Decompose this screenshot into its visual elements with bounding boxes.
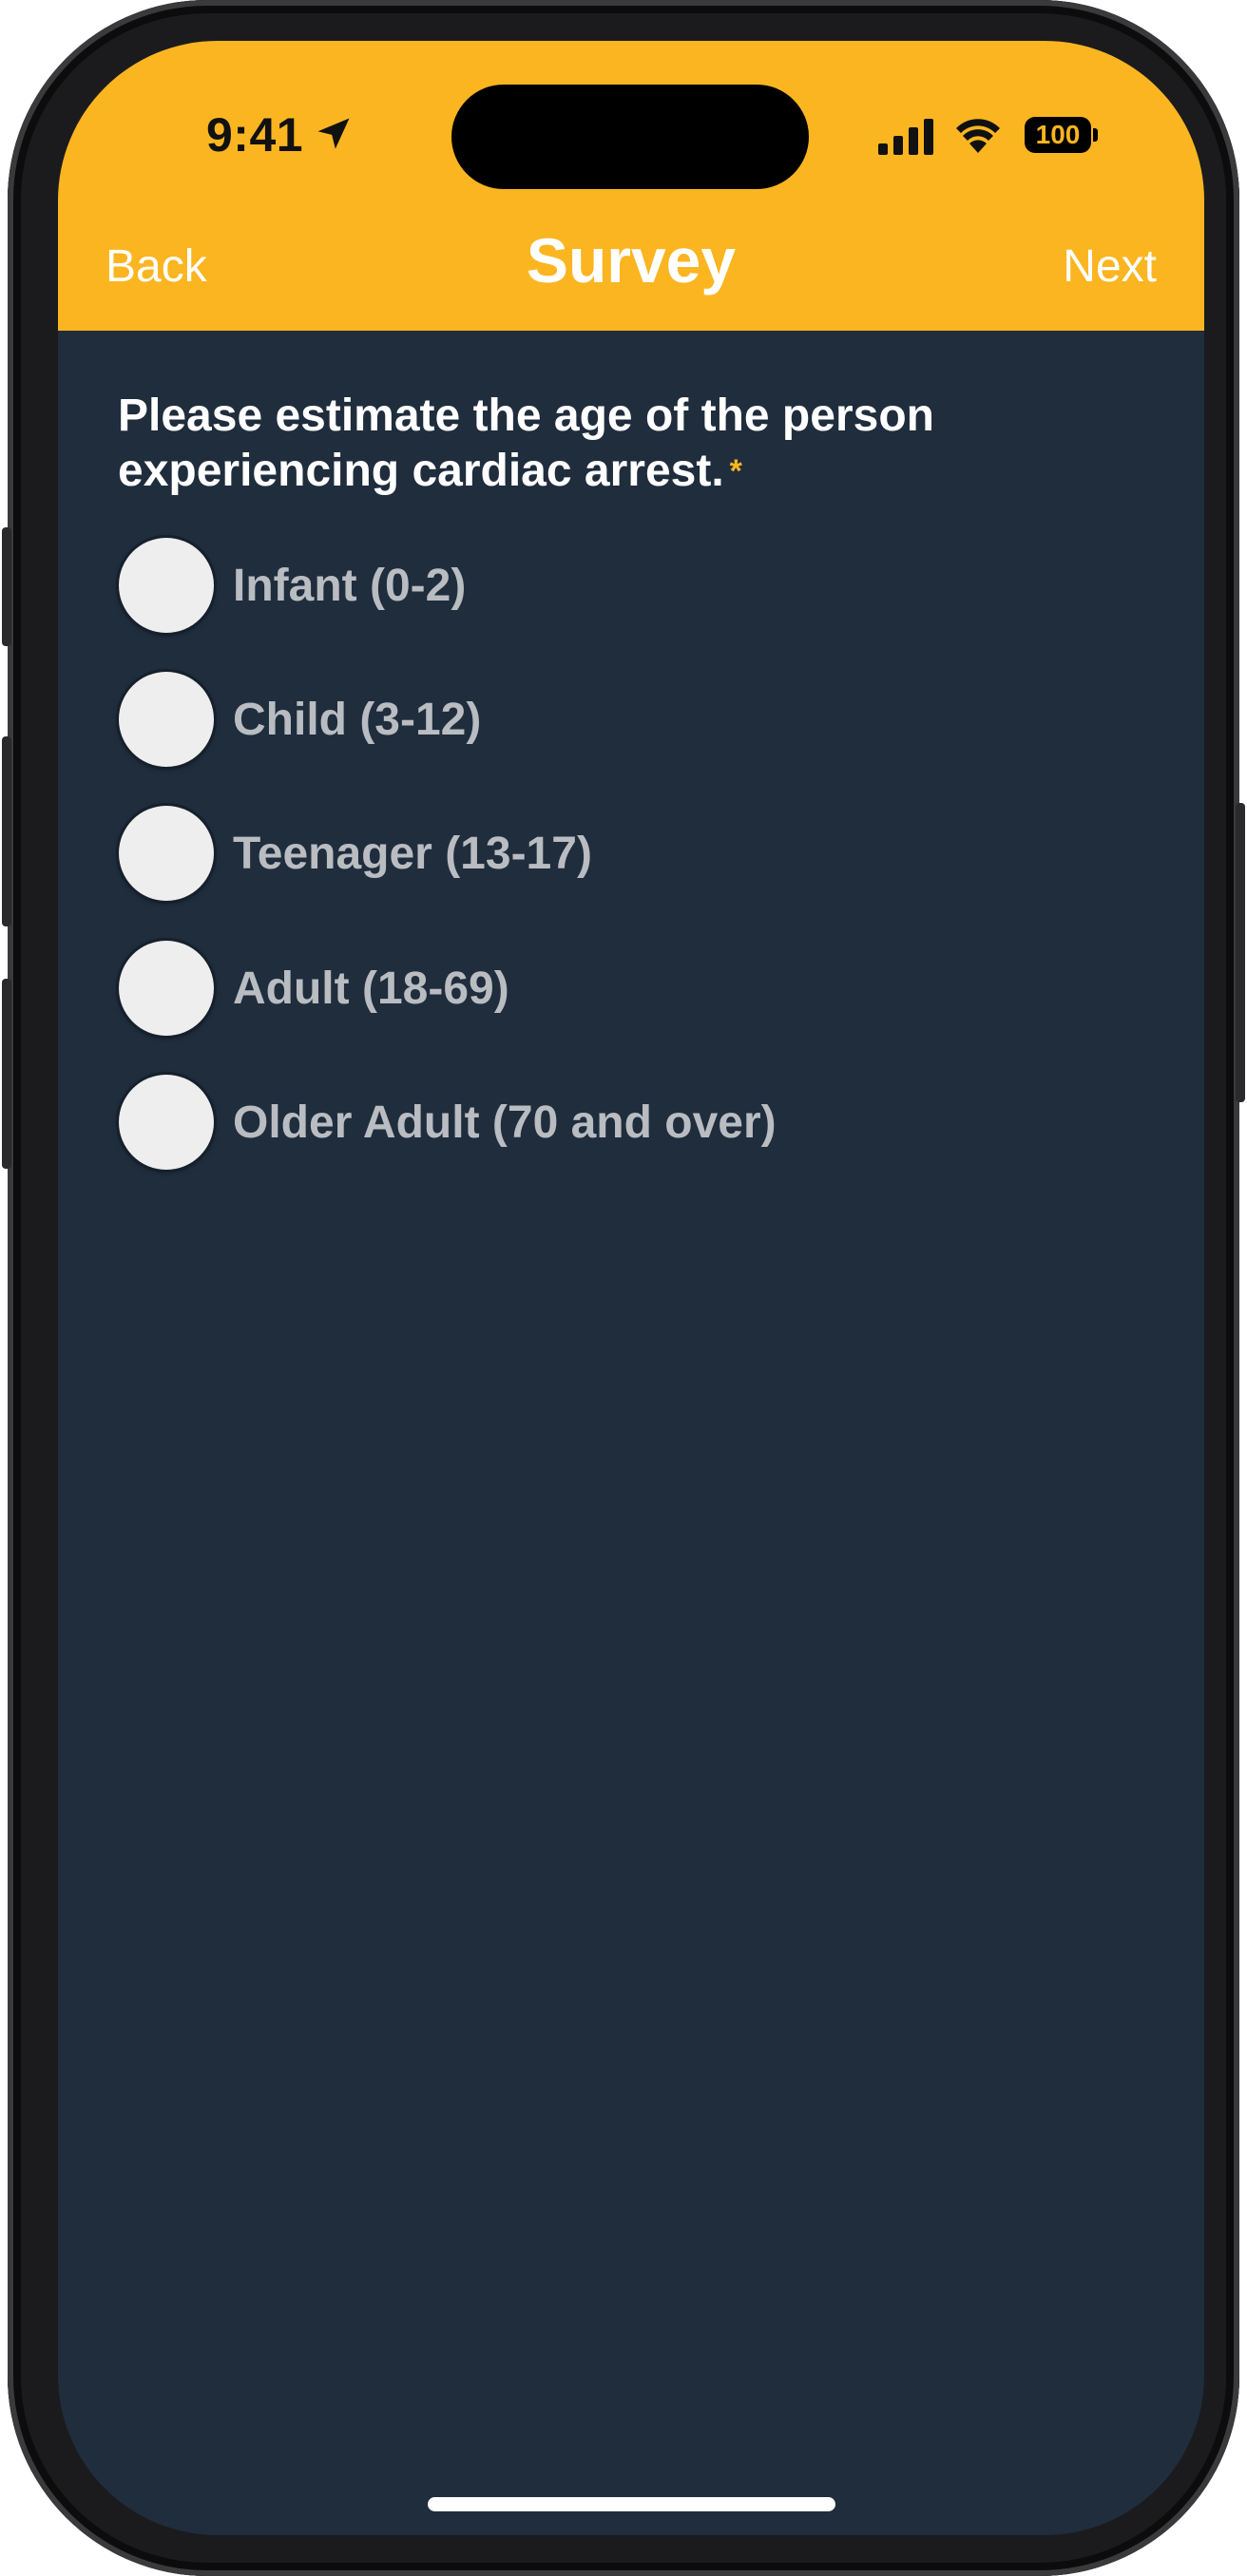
page-title: Survey [526, 225, 737, 296]
volume-down-button [2, 979, 11, 1169]
battery-cap [1093, 128, 1098, 142]
radio-button[interactable] [119, 941, 214, 1036]
option-child[interactable]: Child (3-12) [119, 670, 1069, 769]
screen: 9:41 100 Back Survey Next Please estimat… [58, 41, 1204, 2535]
dynamic-island [451, 85, 809, 189]
option-label: Older Adult (70 and over) [233, 1097, 777, 1148]
radio-button[interactable] [119, 538, 214, 633]
action-button [2, 527, 11, 646]
nav-header: 9:41 100 Back Survey Next [58, 41, 1204, 331]
cellular-signal-icon [878, 119, 933, 155]
phone-frame: 9:41 100 Back Survey Next Please estimat… [2, 0, 1245, 2576]
option-teenager[interactable]: Teenager (13-17) [119, 804, 1069, 903]
option-label: Child (3-12) [233, 694, 482, 745]
battery-icon: 100 [1025, 117, 1098, 153]
wifi-icon [956, 119, 1000, 153]
required-marker: * [729, 453, 742, 489]
power-button [1236, 803, 1245, 1102]
volume-up-button [2, 736, 11, 926]
status-time: 9:41 [206, 108, 304, 162]
next-button[interactable]: Next [1063, 240, 1157, 293]
home-indicator[interactable] [428, 2497, 835, 2511]
radio-button[interactable] [119, 672, 214, 767]
radio-button[interactable] [119, 806, 214, 901]
option-infant[interactable]: Infant (0-2) [119, 536, 1069, 635]
location-arrow-icon [317, 118, 350, 149]
option-label: Infant (0-2) [233, 560, 467, 611]
option-label: Adult (18-69) [233, 963, 509, 1014]
option-label: Teenager (13-17) [233, 828, 592, 879]
option-older-adult[interactable]: Older Adult (70 and over) [119, 1073, 1069, 1172]
radio-button[interactable] [119, 1075, 214, 1170]
option-adult[interactable]: Adult (18-69) [119, 939, 1069, 1038]
question-text: Please estimate the age of the person ex… [118, 391, 934, 496]
question-prompt: Please estimate the age of the person ex… [118, 389, 1144, 499]
battery-level: 100 [1025, 117, 1091, 153]
